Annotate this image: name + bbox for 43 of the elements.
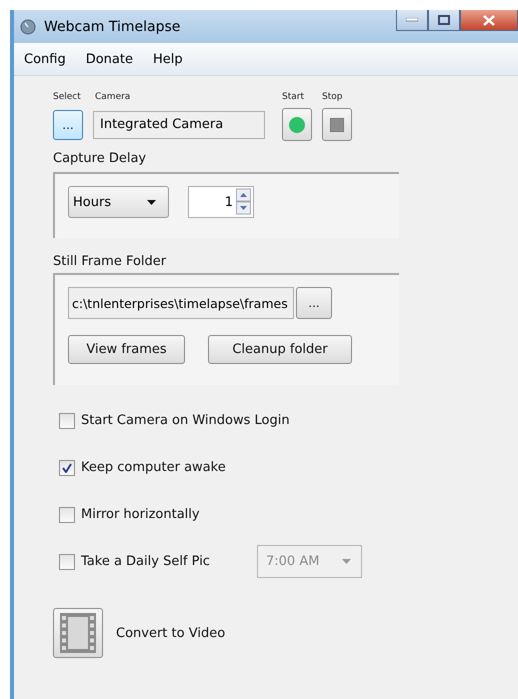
- camera-label: Camera: [95, 92, 132, 102]
- menu-item[interactable]: Donate: [80, 48, 145, 70]
- folder-path-field[interactable]: c:\tnlenterprises\timelapse\frames: [68, 287, 294, 319]
- section-label: Capture Delay: [53, 151, 148, 166]
- close-icon: [483, 14, 495, 26]
- checkbox[interactable]: [59, 460, 75, 476]
- option-label: Keep computer awake: [81, 460, 226, 475]
- start-icon: [289, 116, 305, 132]
- caret-icon: [147, 200, 156, 204]
- stop-icon: [330, 118, 344, 132]
- minimize-icon: [406, 18, 418, 22]
- film-icon: [58, 612, 98, 654]
- delay-spinner[interactable]: 1: [188, 186, 254, 218]
- select-label: Select: [53, 92, 82, 102]
- caret-icon: [342, 559, 351, 564]
- menu-item[interactable]: Config: [18, 48, 78, 70]
- menu-item[interactable]: Help: [146, 48, 195, 70]
- option-label: Start Camera on Windows Login: [81, 413, 290, 428]
- cleanup-folder-button[interactable]: Cleanup folder: [208, 335, 352, 364]
- minimize-button[interactable]: [396, 10, 428, 31]
- start-button[interactable]: [282, 108, 312, 141]
- app-icon: [20, 18, 36, 34]
- checkmark-icon: [62, 462, 72, 472]
- convert-label: Convert to Video: [116, 626, 226, 640]
- convert-video-button[interactable]: [53, 608, 103, 658]
- select-camera-button[interactable]: ...: [53, 110, 83, 140]
- stop-button[interactable]: [322, 108, 352, 141]
- checkbox[interactable]: [59, 554, 75, 570]
- stop-label: Stop: [322, 92, 342, 102]
- checkbox[interactable]: [59, 412, 75, 428]
- start-label: Start: [282, 92, 305, 102]
- option-label: Mirror horizontally: [81, 507, 200, 522]
- camera-field[interactable]: Integrated Camera: [93, 110, 265, 138]
- option-label: Take a Daily Self Pic: [81, 554, 211, 569]
- maximize-button[interactable]: [428, 10, 460, 31]
- view-frames-button[interactable]: View frames: [68, 335, 185, 364]
- section-label: Still Frame Folder: [53, 254, 168, 269]
- window-title: Webcam Timelapse: [44, 18, 180, 34]
- browse-folder-button[interactable]: ...: [296, 287, 332, 319]
- checkbox[interactable]: [59, 506, 75, 522]
- unit-dropdown[interactable]: Hours: [68, 186, 169, 218]
- close-button[interactable]: [460, 10, 518, 31]
- maximize-icon: [438, 15, 450, 25]
